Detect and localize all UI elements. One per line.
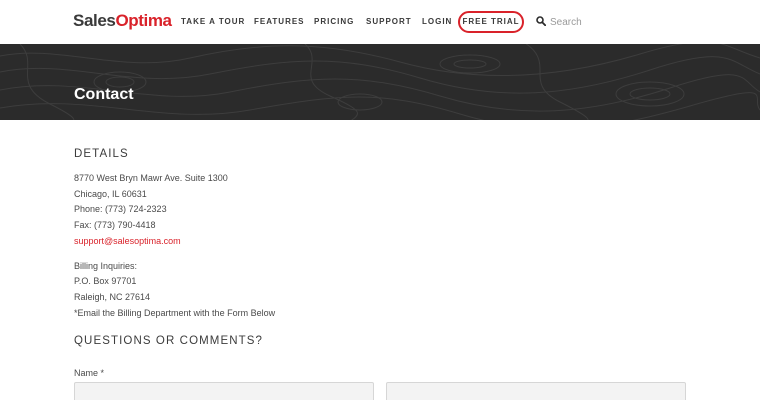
fax-text: Fax: (773) 790-4418 bbox=[74, 220, 156, 231]
brand-logo-part2: Optima bbox=[115, 11, 172, 30]
brand-logo[interactable]: SalesOptima bbox=[73, 10, 172, 32]
details-heading: DETAILS bbox=[74, 148, 129, 160]
nav-login[interactable]: LOGIN bbox=[422, 17, 452, 26]
nav-take-a-tour[interactable]: TAKE A TOUR bbox=[181, 17, 245, 26]
site-header: SalesOptima TAKE A TOUR FEATURES PRICING… bbox=[0, 0, 760, 44]
nav-features[interactable]: FEATURES bbox=[254, 17, 305, 26]
billing-line-3: Raleigh, NC 27614 bbox=[74, 291, 151, 302]
page-title: Contact bbox=[74, 86, 134, 103]
last-name-field[interactable] bbox=[386, 382, 686, 400]
nav-support[interactable]: SUPPORT bbox=[366, 17, 412, 26]
first-name-field[interactable] bbox=[74, 382, 374, 400]
billing-line-1: Billing Inquiries: bbox=[74, 260, 138, 271]
billing-line-2: P.O. Box 97701 bbox=[74, 276, 137, 287]
search-box[interactable] bbox=[536, 13, 626, 31]
billing-note: *Email the Billing Department with the F… bbox=[74, 307, 276, 318]
questions-heading: QUESTIONS OR COMMENTS? bbox=[74, 335, 264, 347]
search-icon[interactable] bbox=[536, 16, 546, 26]
support-email-link[interactable]: support@salesoptima.com bbox=[74, 236, 181, 246]
name-label: Name * bbox=[74, 368, 105, 378]
address-line-2: Chicago, IL 60631 bbox=[74, 188, 147, 199]
page-banner: Contact bbox=[0, 44, 760, 120]
free-trial-button[interactable]: FREE TRIAL bbox=[458, 11, 524, 33]
topographic-pattern bbox=[0, 44, 760, 120]
nav-pricing[interactable]: PRICING bbox=[314, 17, 354, 26]
address-line-1: 8770 West Bryn Mawr Ave. Suite 1300 bbox=[74, 173, 228, 183]
search-input[interactable] bbox=[550, 13, 626, 31]
brand-logo-part1: Sales bbox=[73, 11, 116, 30]
phone-text: Phone: (773) 724-2323 bbox=[74, 204, 167, 215]
details-section: DETAILS 8770 West Bryn Mawr Ave. Suite 1… bbox=[74, 146, 694, 321]
